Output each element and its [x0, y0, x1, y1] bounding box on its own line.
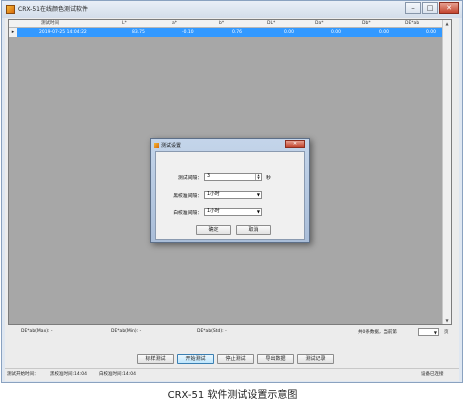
- vertical-scrollbar[interactable]: ▲ ▼: [442, 20, 451, 324]
- column-header[interactable]: Db*: [362, 20, 371, 28]
- table-row[interactable]: ▸ 2019-07-25 14:04:22 83.75 -0.10 0.76 0…: [9, 28, 443, 37]
- scroll-up-icon[interactable]: ▲: [444, 20, 450, 27]
- interval-value: 3: [207, 174, 211, 179]
- max-readout: DE*ab(Max): -: [21, 329, 53, 334]
- table-cell: 0.00: [379, 30, 390, 35]
- white-calibration-time: 白校准时间:14:04: [99, 372, 136, 377]
- row-selector[interactable]: ▸: [9, 28, 17, 37]
- black-interval-select[interactable]: 1小时 ▼: [204, 191, 262, 199]
- black-interval-value: 1小时: [207, 192, 220, 197]
- maximize-button[interactable]: □: [422, 2, 438, 14]
- page-select[interactable]: ▼: [418, 328, 439, 336]
- stop-test-button[interactable]: 停止测试: [217, 354, 254, 364]
- column-header[interactable]: a*: [172, 20, 177, 28]
- grid-header: 测试时间 L* a* b* DL* Da* Db* DE*ab: [9, 20, 443, 28]
- column-header[interactable]: DE*ab: [405, 20, 419, 28]
- test-settings-dialog: 测试设置 ✕ 测试间隔： 3 ▲ ▼ 秒 黑校准间隔： 1小时 ▼ 白校准间隔： …: [150, 138, 310, 243]
- black-calibration-time: 黑校准时间:14:04: [50, 372, 87, 377]
- dialog-close-button[interactable]: ✕: [285, 140, 305, 148]
- test-records-button[interactable]: 测试记录: [297, 354, 334, 364]
- white-interval-select[interactable]: 1小时 ▼: [204, 208, 262, 216]
- test-start-time: 测试开始时间：: [7, 372, 39, 377]
- dialog-title: 测试设置: [161, 143, 182, 149]
- ok-button[interactable]: 确定: [196, 225, 231, 235]
- chevron-down-icon: ▼: [256, 209, 260, 214]
- chevron-down-icon: ▼: [256, 192, 260, 197]
- table-cell: -0.10: [182, 30, 194, 35]
- cancel-button[interactable]: 取消: [236, 225, 271, 235]
- dialog-body: 测试间隔： 3 ▲ ▼ 秒 黑校准间隔： 1小时 ▼ 白校准间隔： 1小时 ▼ 确…: [155, 151, 305, 240]
- table-cell: 83.75: [132, 30, 145, 35]
- export-data-button[interactable]: 导出数据: [257, 354, 294, 364]
- minimize-button[interactable]: –: [405, 2, 421, 14]
- standard-test-button[interactable]: 标样测试: [137, 354, 174, 364]
- column-header[interactable]: DL*: [267, 20, 275, 28]
- column-header[interactable]: 测试时间: [41, 20, 59, 28]
- dialog-icon: [154, 143, 159, 148]
- page-unit: 页: [444, 330, 449, 335]
- record-count: 共0条数据，当前第: [358, 330, 397, 335]
- interval-unit: 秒: [266, 176, 271, 181]
- close-button[interactable]: ✕: [439, 2, 459, 14]
- status-bar: 测试开始时间： 黑校准时间:14:04 白校准时间:14:04 设备已连接: [5, 368, 459, 380]
- interval-label: 测试间隔：: [178, 176, 202, 181]
- figure-caption: CRX-51 软件测试设置示意图: [167, 390, 298, 401]
- scroll-down-icon[interactable]: ▼: [444, 317, 450, 324]
- table-cell: 0.00: [331, 30, 342, 35]
- std-readout: DE*ab(Std): -: [197, 329, 227, 334]
- min-readout: DE*ab(Min): -: [111, 329, 142, 334]
- black-interval-label: 黑校准间隔：: [173, 194, 202, 199]
- stats-bar: DE*ab(Max): - DE*ab(Min): - DE*ab(Std): …: [5, 328, 459, 339]
- column-header[interactable]: L*: [122, 20, 127, 28]
- chevron-down-icon: ▼: [433, 330, 437, 335]
- white-interval-label: 白校准间隔：: [173, 211, 202, 216]
- title-bar[interactable]: CRX-51在线颜色测试软件 – □ ✕: [2, 1, 462, 18]
- interval-input[interactable]: 3 ▲ ▼: [204, 173, 262, 181]
- device-status: 设备已连接: [421, 372, 444, 377]
- table-cell: 0.00: [284, 30, 295, 35]
- start-test-button[interactable]: 开始测试: [177, 354, 214, 364]
- white-interval-value: 1小时: [207, 209, 220, 214]
- window-title: CRX-51在线颜色测试软件: [18, 6, 88, 13]
- table-cell: 2019-07-25 14:04:22: [39, 30, 87, 35]
- column-header[interactable]: b*: [219, 20, 224, 28]
- table-cell: 0.00: [426, 30, 437, 35]
- column-header[interactable]: Da*: [315, 20, 323, 28]
- app-icon: [6, 5, 15, 14]
- spinner-icon[interactable]: ▲ ▼: [255, 174, 261, 180]
- table-cell: 0.76: [232, 30, 243, 35]
